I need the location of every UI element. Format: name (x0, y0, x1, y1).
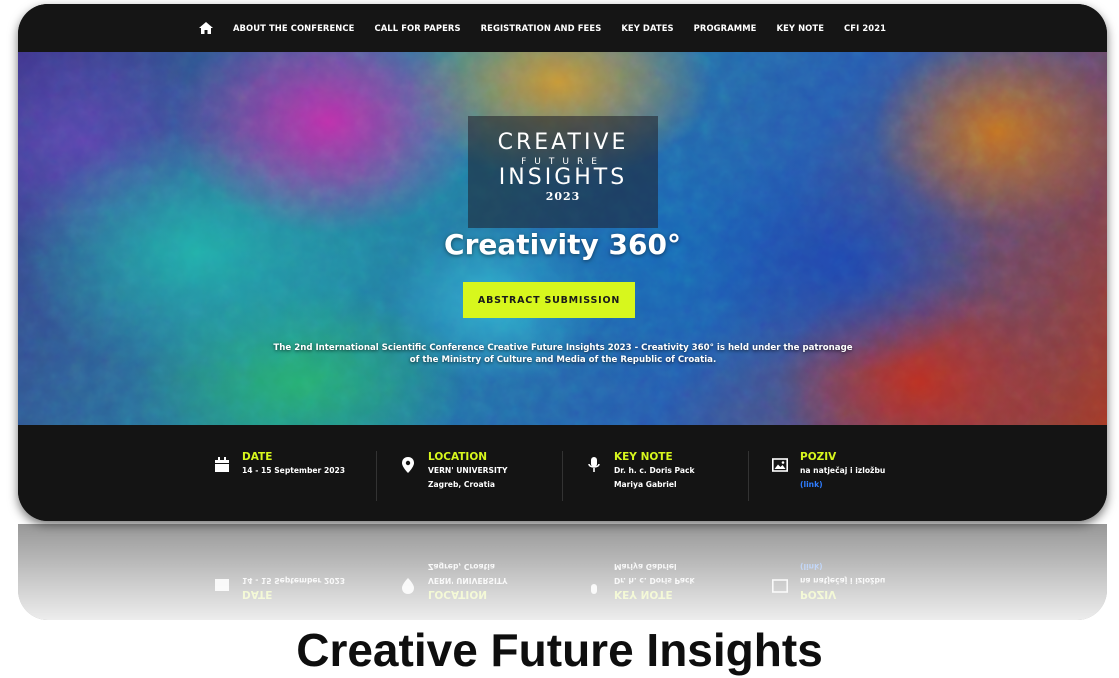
nav-item-cfi-2021[interactable]: CFI 2021 (844, 23, 886, 33)
info-keynote-speaker-1: Dr. h. c. Doris Pack (614, 466, 695, 475)
nav-item-registration[interactable]: REGISTRATION AND FEES (481, 23, 602, 33)
info-location-city: Zagreb, Croatia (428, 480, 495, 489)
info-date: DATE 14 - 15 September 2023 (214, 451, 345, 478)
abstract-submission-button[interactable]: ABSTRACT SUBMISSION (463, 282, 635, 318)
page-heading: Creative Future Insights (296, 624, 823, 676)
info-date-value: 14 - 15 September 2023 (242, 466, 346, 475)
hero-description: The 2nd International Scientific Confere… (273, 343, 853, 365)
hero-banner: CREATIVE FUTURE INSIGHTS 2023 Creativity… (18, 52, 1107, 425)
nav-list: ABOUT THE CONFERENCE CALL FOR PAPERS REG… (198, 22, 886, 34)
info-divider (748, 451, 749, 501)
nav-item-about[interactable]: ABOUT THE CONFERENCE (233, 23, 355, 33)
nav-item-key-dates[interactable]: KEY DATES (621, 23, 673, 33)
info-location-venue: VERN' UNIVERSITY (428, 466, 508, 475)
info-keynote-title: KEY NOTE (614, 451, 673, 463)
info-divider (562, 451, 563, 501)
nav-item-key-note[interactable]: KEY NOTE (776, 23, 824, 33)
info-keynote: KEY NOTE Dr. h. c. Doris Pack Mariya Gab… (586, 451, 695, 492)
logo-line-creative: CREATIVE (497, 130, 629, 155)
reflection-fade (18, 524, 1107, 620)
home-icon[interactable] (198, 22, 213, 34)
card-reflection: DATE 14 - 15 September 2023 LOCATION VER… (18, 524, 1107, 620)
logo-year: 2023 (545, 190, 581, 203)
conference-logo: CREATIVE FUTURE INSIGHTS 2023 (468, 116, 658, 228)
info-location-title: LOCATION (428, 451, 488, 463)
microphone-icon (588, 457, 600, 472)
info-keynote-speaker-2: Mariya Gabriel (614, 480, 677, 489)
image-icon (772, 458, 788, 472)
top-navigation: ABOUT THE CONFERENCE CALL FOR PAPERS REG… (18, 4, 1107, 52)
info-bar: DATE 14 - 15 September 2023 LOCATION VER… (18, 425, 1107, 521)
nav-item-programme[interactable]: PROGRAMME (694, 23, 757, 33)
info-poziv-link[interactable]: (link) (800, 478, 885, 492)
nav-item-call-for-papers[interactable]: CALL FOR PAPERS (374, 23, 460, 33)
logo-line-insights: INSIGHTS (498, 165, 628, 190)
website-screenshot-card: ABOUT THE CONFERENCE CALL FOR PAPERS REG… (18, 4, 1107, 521)
map-pin-icon (402, 457, 414, 473)
info-poziv: POZIV na natječaj i izložbu (link) (772, 451, 885, 492)
hero-title: Creativity 360° (444, 228, 681, 261)
info-poziv-title: POZIV (800, 451, 837, 463)
info-divider (376, 451, 377, 501)
info-poziv-text: na natječaj i izložbu (800, 466, 886, 475)
info-location: LOCATION VERN' UNIVERSITY Zagreb, Croati… (400, 451, 507, 492)
calendar-icon (215, 457, 229, 472)
info-date-title: DATE (242, 451, 273, 463)
